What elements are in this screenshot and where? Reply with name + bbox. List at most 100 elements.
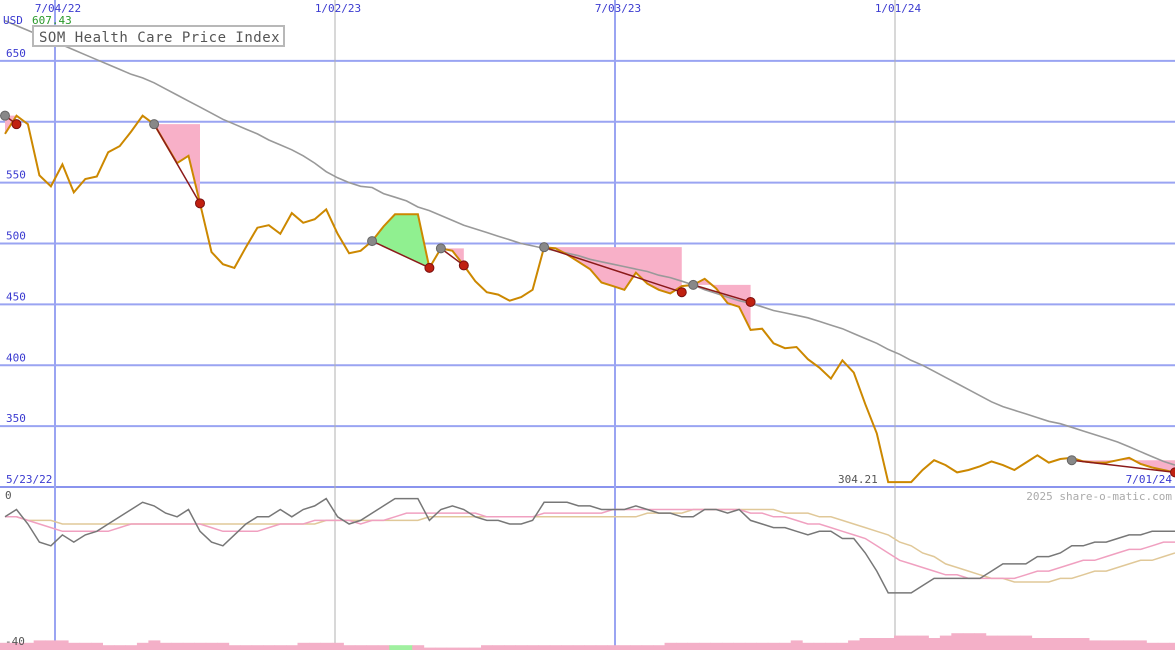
signal-start-marker — [367, 236, 378, 247]
volume-bar — [756, 642, 769, 650]
volume-bar — [240, 645, 253, 650]
volume-bar — [68, 642, 81, 650]
axis-labels: 7/04/22 1/02/23 7/03/23 1/01/24650550500450… — [3, 2, 1172, 648]
chart-title: SOM Health Care Price Index — [32, 25, 285, 47]
volume-bar — [102, 645, 115, 650]
volume-bar — [113, 645, 126, 650]
gain-region — [372, 214, 430, 268]
volume-bar — [813, 642, 826, 650]
min-value-label: 304.21 — [838, 473, 878, 486]
volume-bar — [205, 642, 218, 650]
volume-bar — [939, 635, 952, 650]
x-tick-label: 7/03/23 — [595, 2, 641, 15]
volume-bar — [1088, 640, 1101, 650]
volume-bar — [515, 645, 528, 650]
volume-bars — [0, 633, 1175, 650]
volume-bar — [698, 642, 711, 650]
signal-end-marker — [745, 296, 756, 307]
volume-bar — [595, 645, 608, 650]
volume-bar — [136, 642, 149, 650]
volume-bar — [286, 645, 298, 650]
volume-bar — [1054, 638, 1067, 650]
y-tick-label: 650 — [6, 47, 26, 60]
signal-markers — [0, 110, 1175, 478]
volume-bar — [1100, 640, 1113, 650]
volume-bar — [549, 645, 562, 650]
volume-bar — [733, 642, 746, 650]
volume-bar — [962, 633, 975, 650]
signal-start-marker — [1066, 455, 1077, 466]
volume-bar — [641, 645, 654, 650]
signal-end-marker — [11, 119, 22, 130]
y-tick-label: 400 — [6, 351, 26, 364]
volume-bar — [492, 645, 505, 650]
volume-bar — [653, 645, 666, 650]
volume-bar — [274, 645, 287, 650]
volume-bar — [951, 633, 964, 650]
signal-start-marker — [435, 243, 446, 254]
volume-bar — [985, 635, 998, 650]
volume-bar — [1031, 638, 1044, 650]
volume-bar — [859, 638, 872, 650]
volume-bar — [664, 642, 677, 650]
volume-bar — [848, 640, 861, 650]
signal-start-marker — [539, 242, 550, 253]
volume-bar — [997, 635, 1010, 650]
signal-start-marker — [688, 279, 699, 290]
volume-bar — [905, 635, 918, 650]
signal-end-marker — [424, 262, 435, 273]
volume-bar — [538, 645, 551, 650]
volume-bar — [882, 638, 895, 650]
oscillator-line-slow-average — [5, 508, 1175, 583]
y-tick-label: 500 — [6, 230, 26, 243]
signal-start-marker — [0, 110, 10, 121]
y-tick-label: 450 — [6, 290, 26, 303]
volume-bar — [767, 642, 780, 650]
volume-bar — [343, 645, 356, 650]
volume-bar — [974, 633, 987, 650]
oscillator-bottom-label: -40 — [5, 635, 25, 648]
volume-bar — [1146, 642, 1159, 650]
volume-bar — [836, 642, 849, 650]
volume-bar — [630, 645, 643, 650]
volume-bar — [584, 645, 597, 650]
volume-bar — [354, 645, 367, 650]
volume-bar — [389, 645, 402, 650]
price-chart: 7/04/22 1/02/23 7/03/23 1/01/24650550500450… — [0, 0, 1175, 650]
volume-bar — [916, 635, 929, 650]
oscillator-top-label: 0 — [5, 489, 12, 502]
volume-bar — [33, 640, 46, 650]
oscillator-line-fast-average — [5, 508, 1175, 580]
volume-bar — [79, 642, 92, 650]
oscillator-panel — [4, 497, 1175, 594]
volume-bar — [251, 645, 264, 650]
y-tick-label: 350 — [6, 412, 26, 425]
signal-end-marker — [676, 287, 687, 298]
volume-bar — [194, 642, 207, 650]
volume-bar — [412, 645, 425, 650]
volume-bar — [125, 645, 138, 650]
volume-bar — [91, 642, 103, 650]
volume-bar — [1077, 638, 1090, 650]
volume-bar — [377, 645, 390, 650]
volume-bar — [1020, 635, 1033, 650]
volume-bar — [171, 642, 184, 650]
volume-bar — [1043, 638, 1056, 650]
start-date-label: 5/23/22 — [6, 473, 52, 486]
volume-bar — [1123, 640, 1136, 650]
volume-bar — [1134, 640, 1147, 650]
volume-bar — [607, 645, 620, 650]
volume-bar — [366, 645, 379, 650]
signal-end-marker — [458, 260, 469, 271]
volume-bar — [871, 638, 883, 650]
x-tick-label: 1/01/24 — [875, 2, 922, 15]
x-tick-label: 1/02/23 — [315, 2, 361, 15]
volume-bar — [572, 645, 585, 650]
signal-end-marker — [195, 198, 205, 209]
volume-bar — [721, 642, 734, 650]
grid — [0, 0, 1175, 650]
volume-bar — [182, 642, 195, 650]
volume-bar — [228, 645, 241, 650]
end-date-label: 7/01/24 — [1126, 473, 1173, 486]
signal-start-marker — [149, 119, 160, 130]
